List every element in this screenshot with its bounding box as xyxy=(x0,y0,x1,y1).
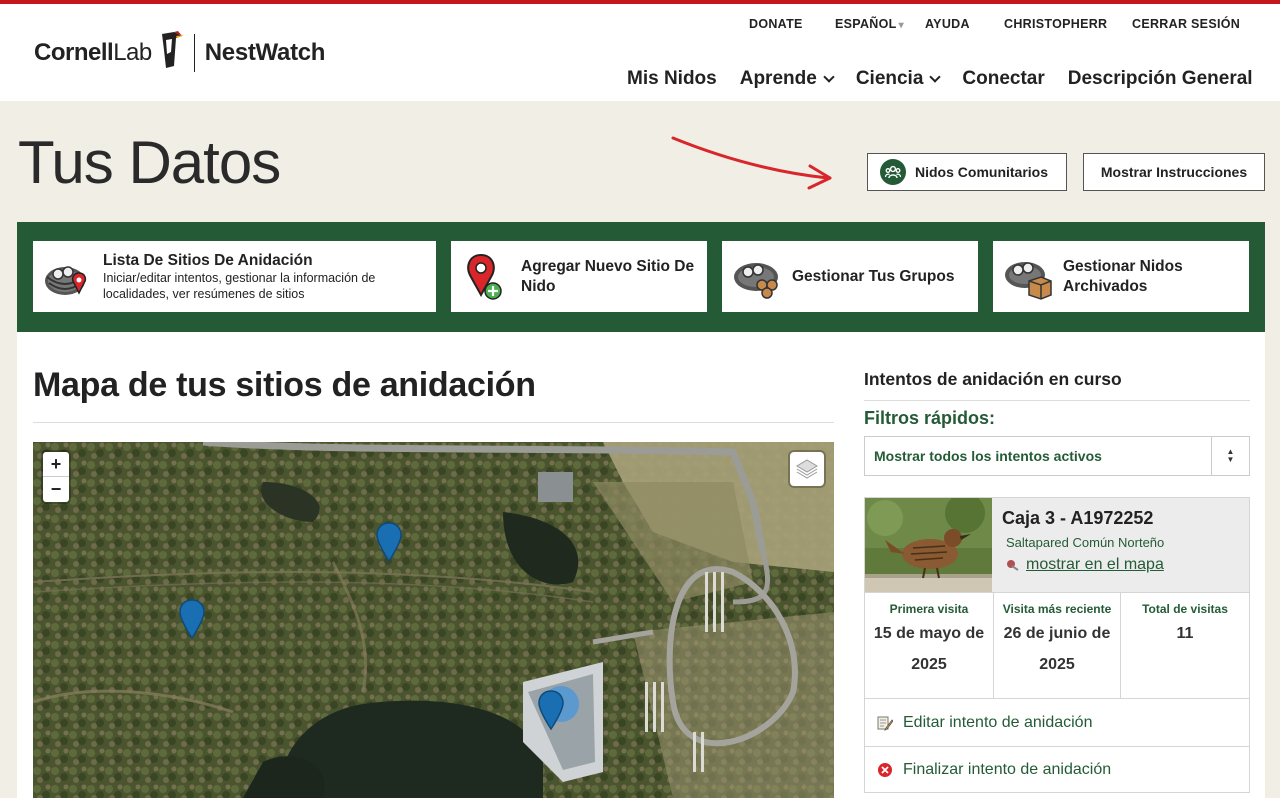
language-selector[interactable]: ESPAÑOL ▾ xyxy=(835,17,904,31)
manage-groups-tile[interactable]: Gestionar Tus Grupos xyxy=(722,241,978,312)
zoom-out-button[interactable]: − xyxy=(43,477,69,502)
nav-overview[interactable]: Descripción General xyxy=(1068,68,1253,90)
nav-science-label: Ciencia xyxy=(855,68,924,89)
show-on-map-label: mostrar en el mapa xyxy=(1026,556,1164,573)
bird-photo xyxy=(865,498,992,592)
nav-learn-label: Aprende xyxy=(739,68,817,89)
nav-my-nests[interactable]: Mis Nidos xyxy=(627,68,717,90)
cornell-nestwatch-logo[interactable]: Cornell Lab NestWatch xyxy=(34,31,326,72)
quick-actions-panel: Lista De Sitios De Anidación Iniciar/edi… xyxy=(17,222,1265,332)
logout-link[interactable]: CERRAR SESIÓN xyxy=(1132,17,1240,31)
nav-connect[interactable]: Conectar xyxy=(962,68,1044,90)
latest-visit-date: 26 de junio de xyxy=(1003,625,1111,642)
show-on-map-link[interactable]: mostrar en el mapa xyxy=(1006,556,1164,574)
quick-filter-value: Mostrar todos los intentos activos xyxy=(874,448,1102,464)
first-visit-label: Primera visita xyxy=(889,602,969,616)
nesting-sites-list-tile[interactable]: Lista De Sitios De Anidación Iniciar/edi… xyxy=(33,241,436,312)
quick-filter-select[interactable]: Mostrar todos los intentos activos ▲ ▼ xyxy=(864,436,1250,476)
total-visits-stat: Total de visitas 11 xyxy=(1121,593,1249,698)
map-zoom-control: + − xyxy=(43,452,69,502)
latest-visit-value: 26 de junio de 2025 xyxy=(994,618,1120,680)
layers-icon xyxy=(796,459,818,479)
satellite-map-imagery xyxy=(33,442,834,798)
logo-product: NestWatch xyxy=(204,39,326,66)
nest-site-marker-icon[interactable] xyxy=(538,690,564,730)
edit-note-icon xyxy=(877,716,893,731)
woodpecker-logo-icon xyxy=(161,31,184,68)
zoom-in-button[interactable]: + xyxy=(43,452,69,477)
community-group-icon xyxy=(880,159,906,185)
close-circle-icon xyxy=(878,763,892,777)
finish-attempt-label: Finalizar intento de anidación xyxy=(903,761,1112,778)
first-visit-date: 15 de mayo de xyxy=(873,625,985,642)
section-divider xyxy=(33,422,834,423)
latest-visit-label: Visita más reciente xyxy=(1002,602,1112,616)
nesting-sites-list-title: Lista De Sitios De Anidación xyxy=(103,251,313,269)
manage-groups-title: Gestionar Tus Grupos xyxy=(792,267,955,285)
first-visit-stat: Primera visita 15 de mayo de 2025 xyxy=(865,593,993,698)
nest-groups-icon xyxy=(734,262,778,299)
donate-link[interactable]: DONATE xyxy=(749,17,803,31)
bird-species: Saltapared Común Norteño xyxy=(1006,535,1165,550)
quick-filters-label: Filtros rápidos: xyxy=(864,408,996,428)
nav-overview-label: Descripción General xyxy=(1067,68,1253,89)
chevron-down-icon xyxy=(823,71,835,83)
map-section-title: Mapa de tus sitios de anidación xyxy=(33,366,536,404)
card-header: Caja 3 - A1972252 Saltapared Común Norte… xyxy=(865,498,1249,592)
active-attempts-title: Intentos de anidación en curso xyxy=(864,369,1122,389)
total-visits-label: Total de visitas xyxy=(1142,602,1228,616)
manage-archived-nests-tile[interactable]: Gestionar Nidos Archivados xyxy=(993,241,1249,312)
finish-attempt-link[interactable]: Finalizar intento de anidación xyxy=(865,746,1249,794)
archived-nest-box-icon xyxy=(1005,261,1052,300)
visit-stats: Primera visita 15 de mayo de 2025 Visita… xyxy=(865,592,1249,699)
add-nest-site-tile[interactable]: Agregar Nuevo Sitio De Nido xyxy=(451,241,707,312)
main-navigation: Mis Nidos Aprende Ciencia Conectar Descr… xyxy=(627,68,1253,90)
community-nests-label: Nidos Comunitarios xyxy=(915,164,1049,180)
nest-site-name: Caja 3 - A1972252 xyxy=(1002,508,1154,528)
logo-brand-suffix: Lab xyxy=(113,39,152,66)
help-link[interactable]: AYUDA xyxy=(925,17,970,31)
nav-connect-label: Conectar xyxy=(962,68,1045,89)
edit-attempt-label: Editar intento de anidación xyxy=(903,713,1093,731)
layers-button[interactable] xyxy=(790,452,824,486)
nesting-sites-map[interactable]: + − xyxy=(33,442,834,798)
nav-learn[interactable]: Aprende xyxy=(739,68,835,90)
sidebar-divider xyxy=(864,400,1250,401)
caret-down-icon: ▾ xyxy=(898,20,904,31)
map-pin-icon xyxy=(1007,560,1019,571)
nav-science[interactable]: Ciencia xyxy=(855,68,942,90)
community-nests-button[interactable]: Nidos Comunitarios xyxy=(867,153,1067,191)
nest-location-icon xyxy=(45,265,87,295)
annotation-arrow-icon xyxy=(671,136,832,190)
page-title: Tus Datos xyxy=(18,129,281,196)
nesting-sites-list-description: Iniciar/editar intentos, gestionar la in… xyxy=(103,270,376,302)
total-visits-value: 11 xyxy=(1176,625,1194,642)
nesting-attempt-card: Caja 3 - A1972252 Saltapared Común Norte… xyxy=(864,497,1250,793)
add-location-pin-icon xyxy=(467,253,502,300)
add-nest-site-title: Agregar Nuevo Sitio De Nido xyxy=(521,258,695,295)
nav-my-nests-label: Mis Nidos xyxy=(627,68,717,89)
show-instructions-label: Mostrar Instrucciones xyxy=(1100,164,1248,180)
latest-visit-stat: Visita más reciente 26 de junio de 2025 xyxy=(993,593,1121,698)
logo-brand: Cornell xyxy=(34,39,114,66)
nest-site-marker-icon[interactable] xyxy=(179,599,205,639)
chevron-down-icon xyxy=(929,71,942,83)
latest-visit-year: 2025 xyxy=(1039,656,1075,673)
language-label: ESPAÑOL xyxy=(835,17,897,31)
edit-attempt-link[interactable]: Editar intento de anidación xyxy=(865,699,1249,747)
site-header: Cornell Lab NestWatch DONATE ESPAÑOL ▾ AY… xyxy=(0,4,1280,101)
nest-site-marker-icon[interactable] xyxy=(376,522,402,562)
manage-archived-nests-title: Gestionar Nidos Archivados xyxy=(1063,258,1183,295)
select-updown-icon: ▲ ▼ xyxy=(1211,437,1249,475)
user-account-link[interactable]: CHRISTOPHERR xyxy=(1004,17,1107,31)
show-instructions-button[interactable]: Mostrar Instrucciones xyxy=(1083,153,1265,191)
first-visit-year: 2025 xyxy=(911,656,947,673)
logo-divider xyxy=(193,34,195,72)
first-visit-value: 15 de mayo de 2025 xyxy=(865,618,993,680)
